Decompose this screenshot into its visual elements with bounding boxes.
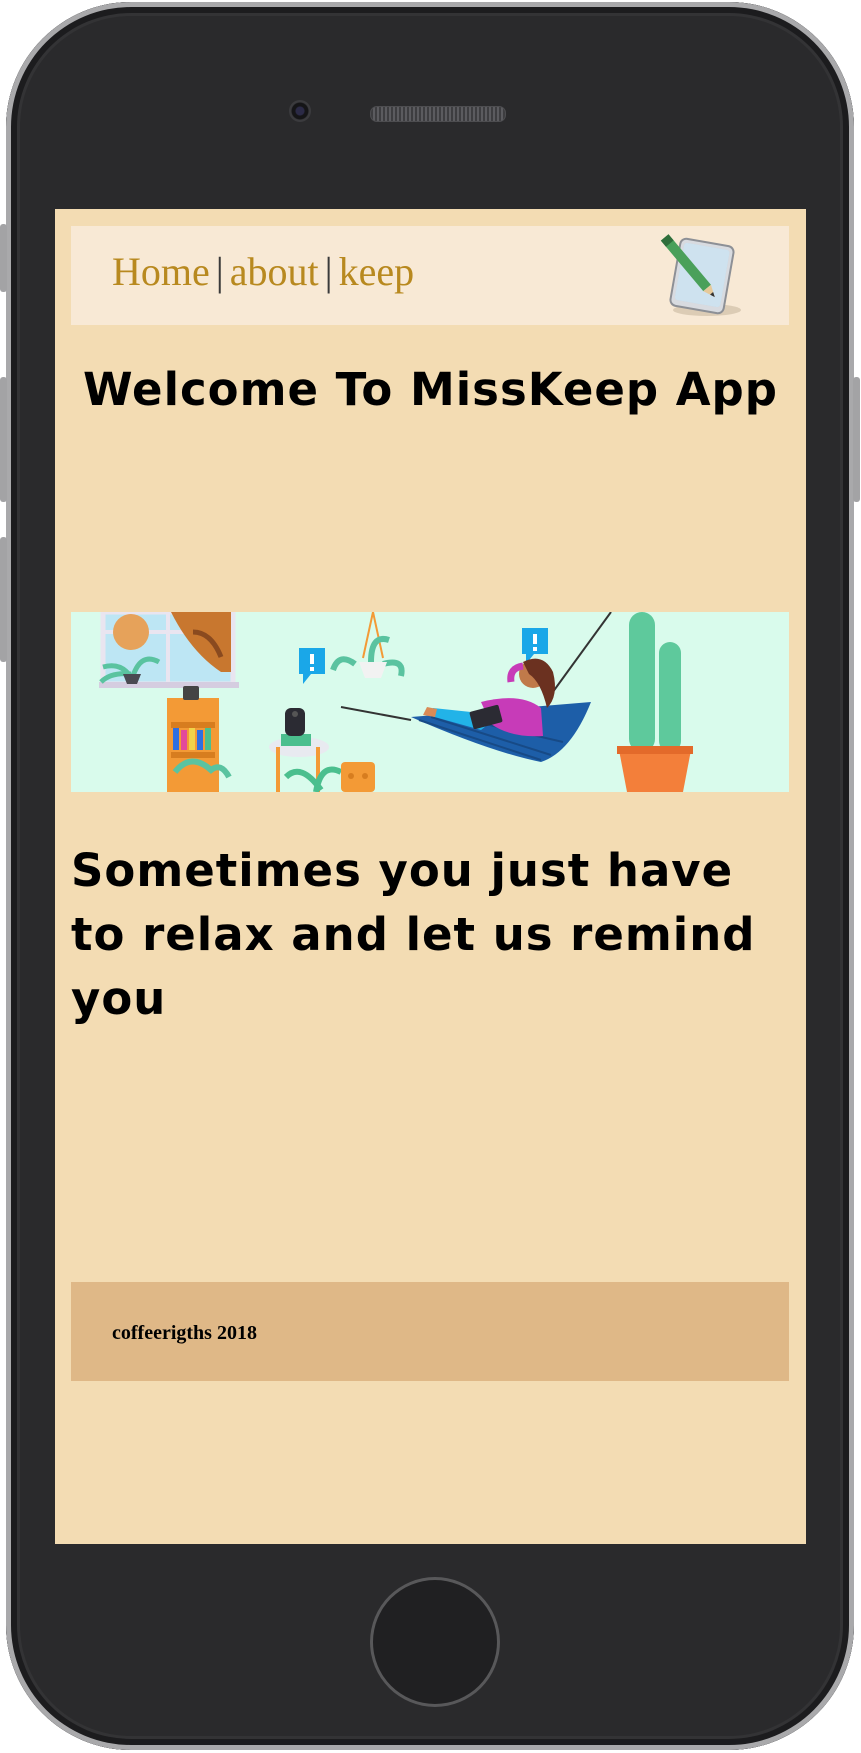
mute-switch bbox=[0, 224, 7, 292]
navbar: Home | about | keep bbox=[71, 226, 789, 325]
copyright-text: coffeerigths 2018 bbox=[112, 1322, 257, 1344]
welcome-heading: Welcome To MissKeep App bbox=[83, 363, 778, 416]
nav-separator: | bbox=[324, 249, 333, 294]
volume-up-button bbox=[0, 377, 7, 502]
front-camera bbox=[289, 100, 311, 122]
tagline-heading: Sometimes you just have to relax and let… bbox=[71, 844, 756, 1025]
nav-link-about[interactable]: about bbox=[230, 249, 319, 294]
nav-links: Home | about | keep bbox=[112, 248, 414, 295]
nav-separator: | bbox=[215, 249, 224, 294]
power-button bbox=[853, 377, 860, 502]
home-button[interactable] bbox=[370, 1577, 500, 1707]
footer: coffeerigths 2018 bbox=[71, 1282, 789, 1381]
nav-link-keep[interactable]: keep bbox=[339, 249, 415, 294]
volume-down-button bbox=[0, 537, 7, 662]
hammock-illustration bbox=[71, 612, 789, 792]
earpiece-speaker bbox=[370, 106, 506, 122]
notepad-pencil-icon[interactable] bbox=[655, 232, 749, 318]
screen: Home | about | keep Welcome To MissKeep App bbox=[55, 209, 806, 1544]
nav-link-home[interactable]: Home bbox=[112, 249, 210, 294]
